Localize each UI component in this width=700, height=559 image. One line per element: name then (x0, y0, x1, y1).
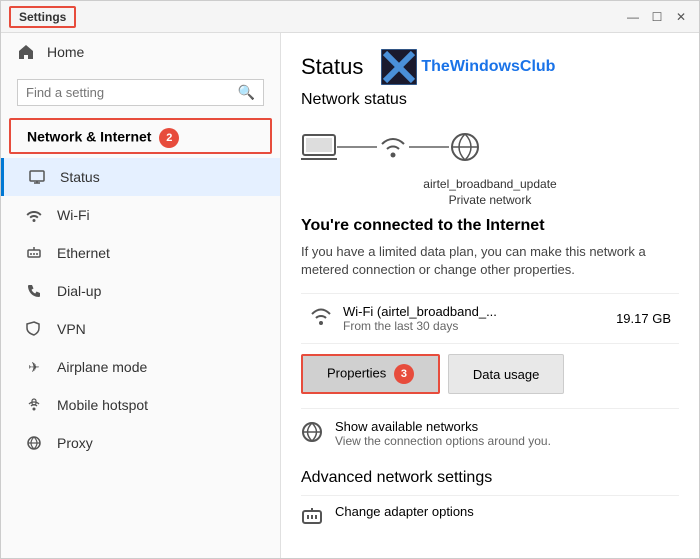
dialup-icon (25, 282, 43, 300)
home-label: Home (47, 44, 84, 60)
status-label: Status (60, 169, 100, 185)
proxy-label: Proxy (57, 435, 93, 451)
wifi-usage: 19.17 GB (616, 311, 671, 326)
wifi-icon (25, 206, 43, 224)
show-networks-sub: View the connection options around you. (335, 434, 551, 448)
properties-button[interactable]: Properties 3 (301, 354, 440, 394)
properties-badge: 3 (394, 364, 414, 384)
adapter-icon (301, 506, 323, 534)
sidebar-item-vpn[interactable]: VPN (1, 310, 280, 348)
status-icon (28, 168, 46, 186)
globe-icon (449, 131, 481, 163)
section-title: Network status (301, 91, 679, 109)
change-adapter-row[interactable]: Change adapter options (301, 495, 679, 542)
show-networks-title: Show available networks (335, 419, 551, 434)
sidebar-item-wifi[interactable]: Wi-Fi (1, 196, 280, 234)
data-usage-button[interactable]: Data usage (448, 354, 565, 394)
net-line-1 (337, 146, 377, 148)
network-type: Private network (301, 193, 679, 207)
wifi-diagram-icon (377, 133, 409, 161)
close-button[interactable]: ✕ (671, 7, 691, 27)
wifi-signal-icon (309, 306, 333, 331)
hotspot-label: Mobile hotspot (57, 397, 148, 413)
wifi-name: Wi-Fi (airtel_broadband_... (343, 304, 497, 319)
show-networks-text: Show available networks View the connect… (335, 419, 551, 448)
hotspot-icon (25, 396, 43, 414)
dialup-label: Dial-up (57, 283, 101, 299)
vpn-label: VPN (57, 321, 86, 337)
sidebar-item-dialup[interactable]: Dial-up (1, 272, 280, 310)
sidebar-item-hotspot[interactable]: Mobile hotspot (1, 386, 280, 424)
show-networks-row[interactable]: Show available networks View the connect… (301, 408, 679, 459)
wifi-since: From the last 30 days (343, 319, 497, 333)
search-icon: 🔍 (238, 84, 255, 101)
net-line-2 (409, 146, 449, 148)
page-title: Status (301, 54, 363, 80)
airplane-label: Airplane mode (57, 359, 147, 375)
advanced-title: Advanced network settings (301, 469, 679, 487)
wifi-label: Wi-Fi (57, 207, 90, 223)
network-diagram (301, 123, 679, 171)
airplane-icon: ✈ (25, 358, 43, 376)
ethernet-icon (25, 244, 43, 262)
sidebar-item-airplane[interactable]: ✈ Airplane mode (1, 348, 280, 386)
main-content: Status TheWindowsClub Network status (281, 33, 699, 558)
networks-icon (301, 421, 323, 449)
titlebar: Settings — ☐ ✕ (1, 1, 699, 33)
maximize-button[interactable]: ☐ (647, 7, 667, 27)
search-box[interactable]: 🔍 (17, 79, 264, 106)
wifi-info: Wi-Fi (airtel_broadband_... From the las… (309, 304, 497, 333)
ethernet-label: Ethernet (57, 245, 110, 261)
category-label: Network & Internet 2 (9, 118, 272, 154)
action-buttons: Properties 3 Data usage (301, 354, 679, 394)
sidebar-item-status[interactable]: Status (1, 158, 280, 196)
wifi-connection-row: Wi-Fi (airtel_broadband_... From the las… (301, 293, 679, 344)
sidebar-item-proxy[interactable]: Proxy (1, 424, 280, 462)
sidebar-item-ethernet[interactable]: Ethernet (1, 234, 280, 272)
home-icon (17, 43, 35, 61)
brand-name-text: TheWindowsClub (421, 58, 555, 76)
change-adapter-title: Change adapter options (335, 504, 474, 519)
vpn-icon (25, 320, 43, 338)
wifi-details: Wi-Fi (airtel_broadband_... From the las… (343, 304, 497, 333)
change-adapter-text: Change adapter options (335, 504, 474, 519)
network-ssid: airtel_broadband_update (301, 177, 679, 191)
search-input[interactable] (26, 85, 232, 100)
settings-window: Settings — ☐ ✕ Home 🔍 (0, 0, 700, 559)
sidebar: Home 🔍 Network & Internet 2 (1, 33, 281, 558)
sidebar-item-home[interactable]: Home (1, 33, 280, 71)
window-controls: — ☐ ✕ (623, 7, 691, 27)
brand-icon (381, 49, 417, 85)
brand-logo: TheWindowsClub (381, 49, 555, 85)
minimize-button[interactable]: — (623, 7, 643, 27)
proxy-icon (25, 434, 43, 452)
connected-sub: If you have a limited data plan, you can… (301, 243, 679, 279)
connected-text: You're connected to the Internet (301, 217, 679, 235)
main-header: Status TheWindowsClub (301, 49, 679, 85)
window-title: Settings (9, 6, 76, 28)
content-area: Home 🔍 Network & Internet 2 (1, 33, 699, 558)
category-badge: 2 (159, 128, 179, 148)
laptop-icon (301, 133, 337, 161)
